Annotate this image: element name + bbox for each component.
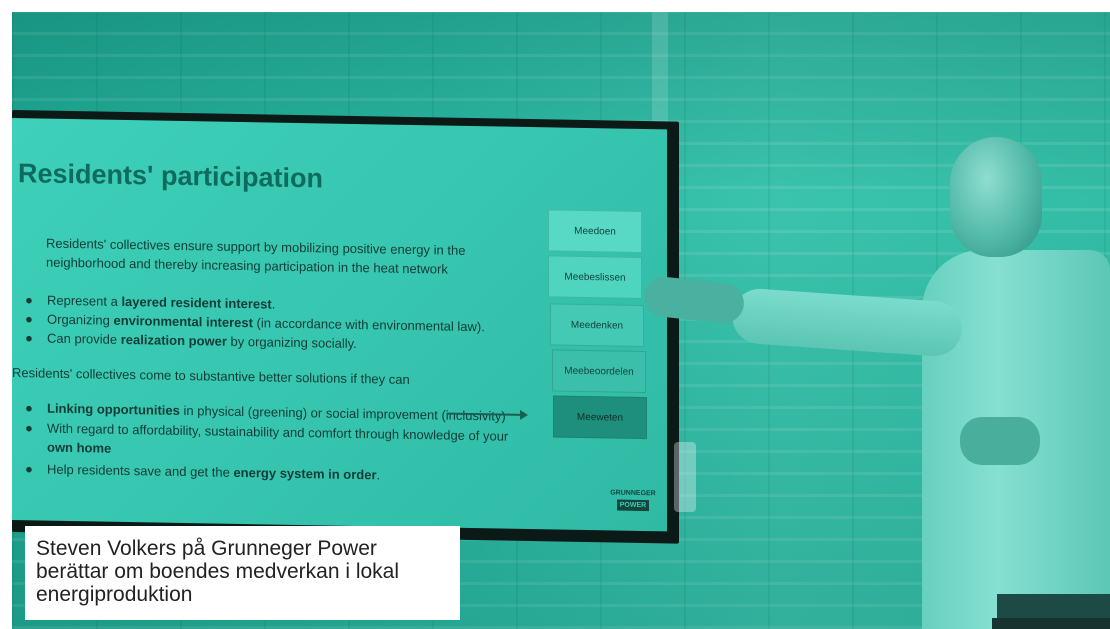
presenter-hand-with-clicker: [960, 417, 1040, 465]
slide-collectives-line: Residents' collectives come to substanti…: [12, 365, 410, 387]
step-meedenken: Meedenken: [550, 303, 644, 348]
presenter-belt: [997, 594, 1110, 618]
slide-intro: Residents' collectives ensure support by…: [46, 235, 466, 277]
presenter-pointing-hand: [642, 274, 746, 326]
caption-text: Steven Volkers på Grunneger Power berätt…: [36, 537, 400, 606]
step-meebeslissen: Meebeslissen: [548, 255, 642, 299]
presenter-head: [950, 137, 1042, 257]
wall-conduit: [652, 12, 668, 132]
presenter: [632, 132, 1110, 629]
caption-box: Steven Volkers på Grunneger Power berätt…: [25, 526, 460, 620]
step-meedoen: Meedoen: [548, 209, 642, 253]
bullet-item-continuation: own home: [47, 439, 112, 456]
tv-monitor: Residents' participation Residents' coll…: [12, 110, 679, 544]
bullet-item: ● Help residents save and get the energy …: [25, 461, 381, 483]
slide-title: Residents' participation: [18, 158, 323, 194]
presenter-pants: [992, 618, 1110, 629]
presentation-slide: Residents' participation Residents' coll…: [12, 118, 667, 532]
